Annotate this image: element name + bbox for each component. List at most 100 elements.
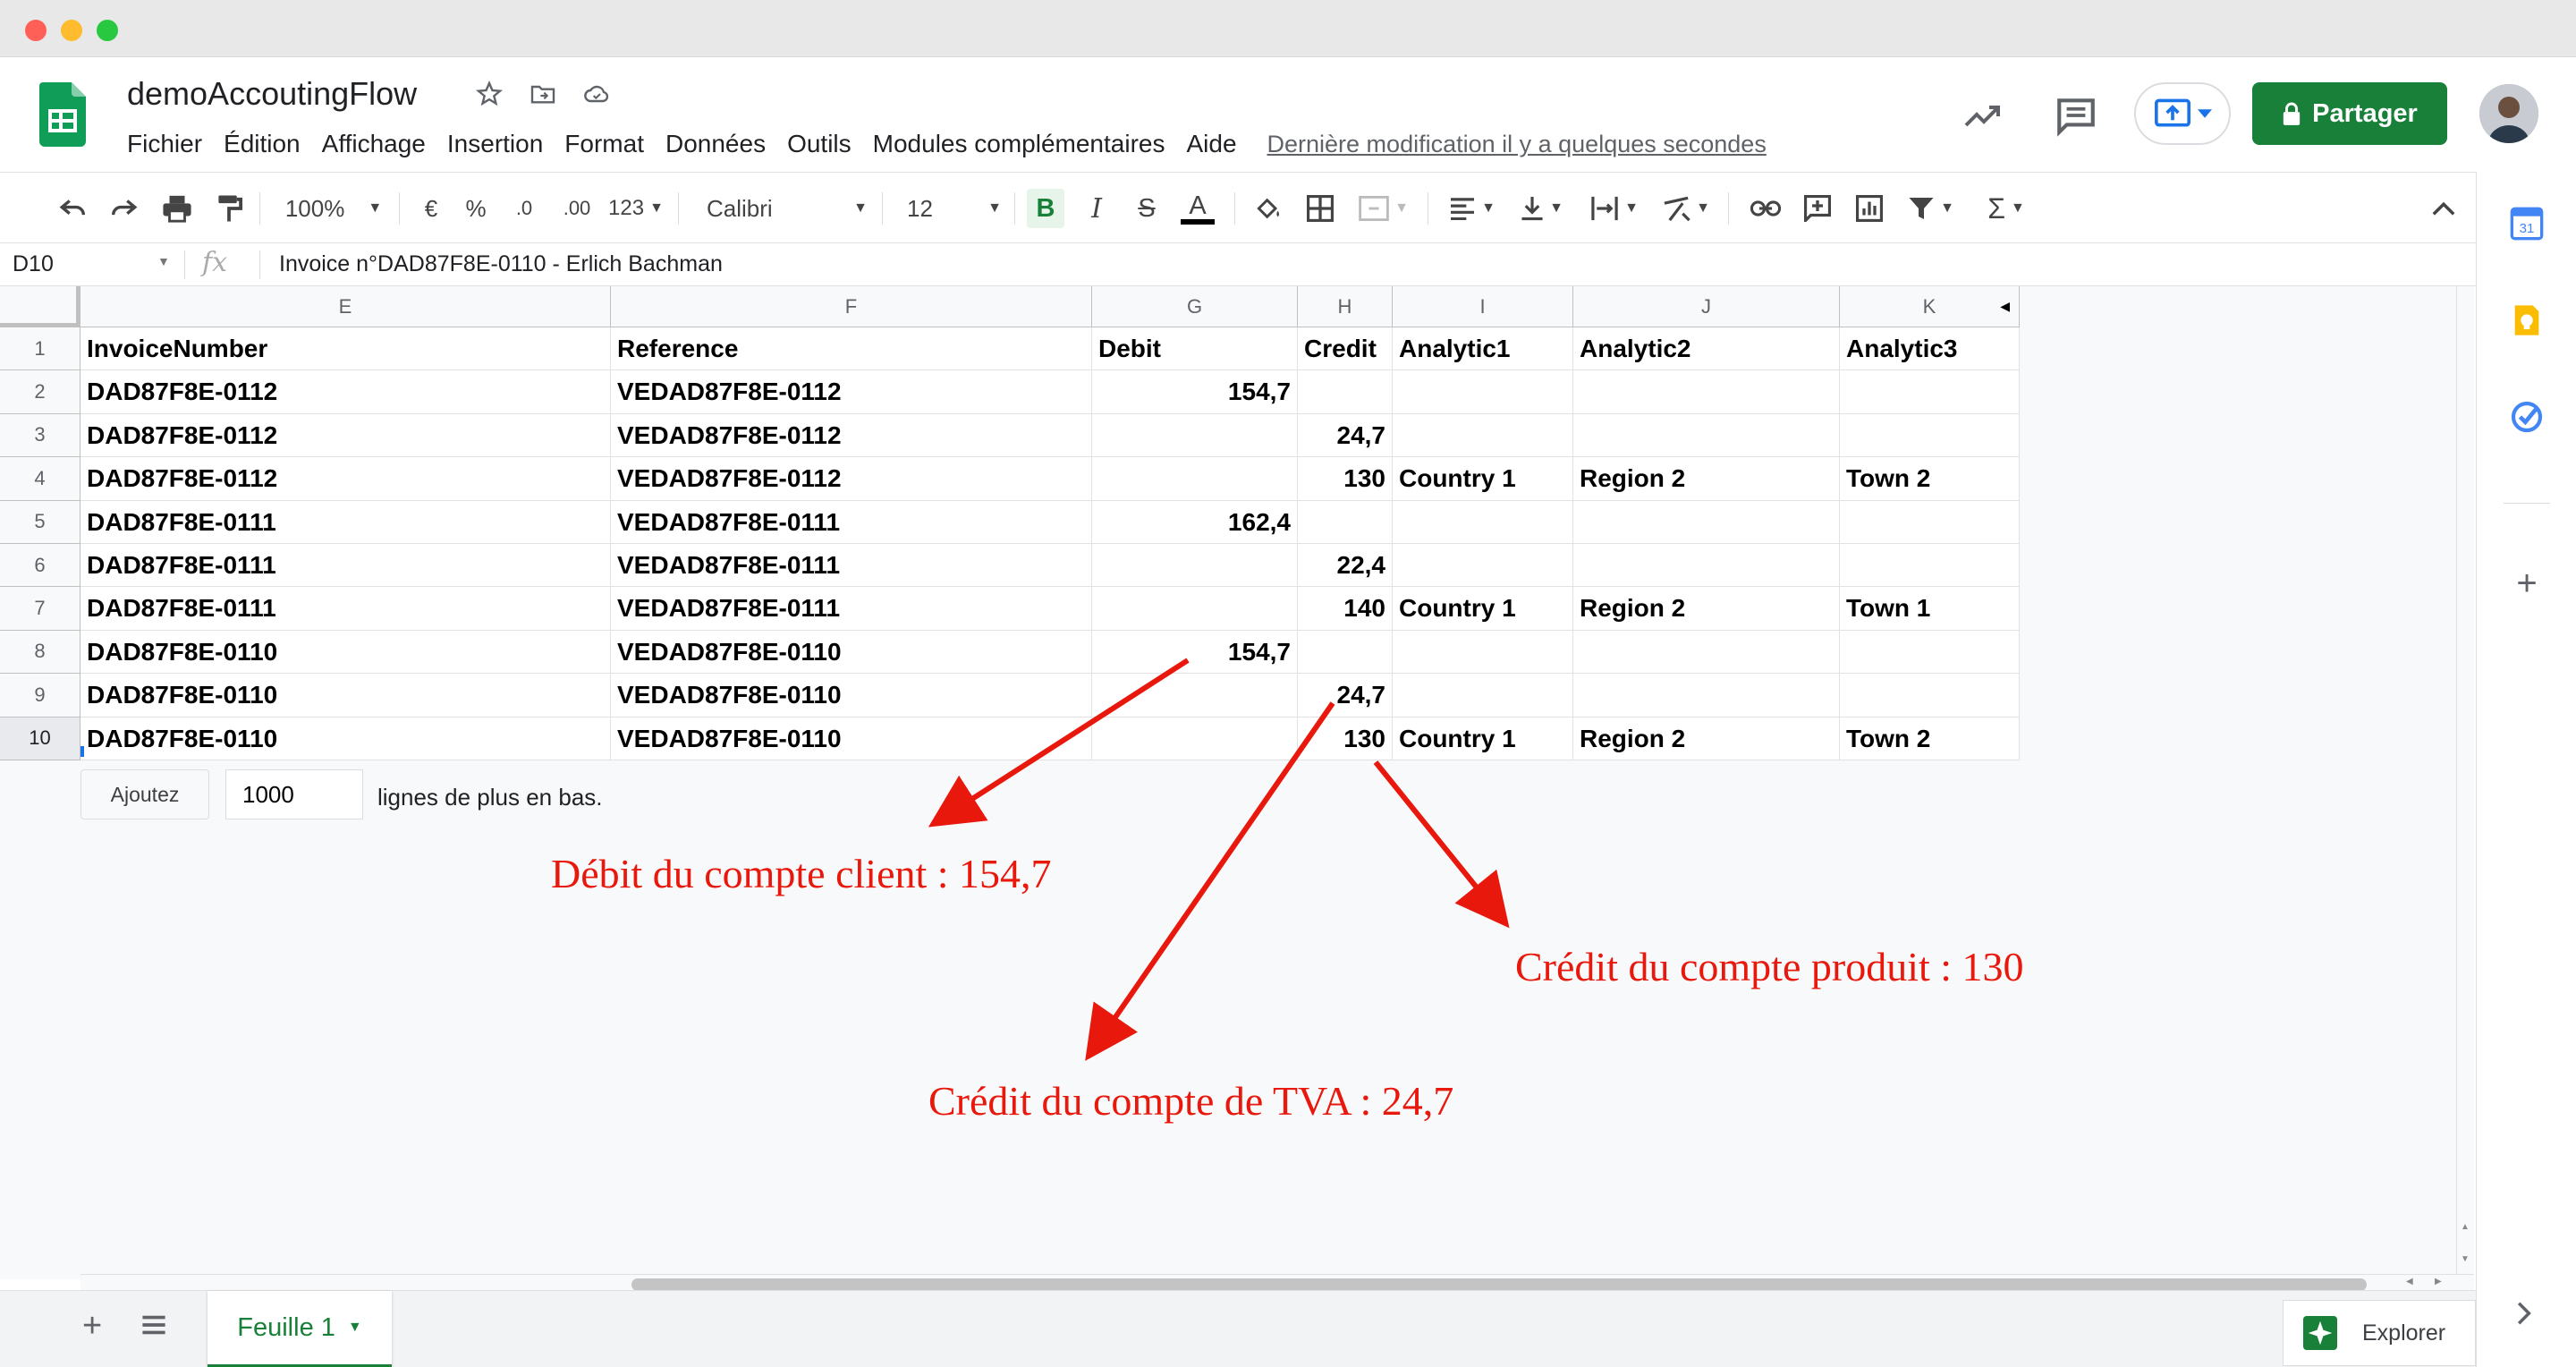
cell-analytic3[interactable]: Analytic3 [1840,327,2020,371]
menu-insertion[interactable]: Insertion [436,125,554,163]
cell-reference[interactable]: Reference [611,327,1092,371]
cell-analytic2[interactable]: Region 2 [1573,457,1840,501]
all-sheets-icon[interactable] [141,1312,170,1342]
activity-trend-icon[interactable] [1961,95,2007,141]
horizontal-align-icon[interactable]: ▼ [1445,189,1499,228]
tasks-icon[interactable] [2509,399,2545,435]
cell-debit[interactable]: Debit [1092,327,1298,371]
cell-analytic1[interactable] [1393,674,1573,717]
add-rows-count-input[interactable] [225,769,363,819]
cell-debit[interactable] [1092,587,1298,631]
comments-icon[interactable] [2054,93,2100,140]
cell-analytic2[interactable]: Region 2 [1573,717,1840,760]
cell-reference[interactable]: VEDAD87F8E-0110 [611,674,1092,717]
row-header-1[interactable]: 1 [0,327,80,371]
text-color-button[interactable]: A [1179,189,1216,228]
cell-credit[interactable]: 24,7 [1298,674,1393,717]
cell-analytic1[interactable] [1393,544,1573,588]
cell-invoice-number[interactable]: DAD87F8E-0110 [80,630,611,675]
cell-analytic3[interactable] [1840,500,2020,544]
cell-analytic2[interactable]: Analytic2 [1573,327,1840,371]
cell-analytic2[interactable] [1573,370,1840,414]
cell-analytic3[interactable]: Town 1 [1840,587,2020,631]
add-rows-button[interactable]: Ajoutez [80,769,209,819]
decrease-decimal-button[interactable]: .0 [504,189,544,228]
font-size-select[interactable]: 12 ▼ [907,189,1002,228]
cell-analytic3[interactable]: Town 2 [1840,717,2020,760]
chevron-down-icon[interactable]: ▼ [157,254,170,268]
cell-analytic1[interactable]: Country 1 [1393,457,1573,501]
cell-analytic1[interactable] [1393,413,1573,458]
functions-icon[interactable]: Σ ▼ [1977,189,2036,228]
filter-icon[interactable]: ▼ [1902,189,1961,228]
insert-chart-icon[interactable] [1852,189,1887,228]
calendar-icon[interactable]: 31 [2509,206,2545,242]
increase-decimal-button[interactable]: .00 [555,189,599,228]
spreadsheet-grid[interactable]: E F G H I J K ◀ 1 InvoiceNumber Reference D… [0,286,2474,1294]
more-formats-select[interactable]: 123 ▼ [606,189,665,228]
cell-credit[interactable]: 22,4 [1298,544,1393,588]
horizontal-scroll-thumb[interactable] [631,1278,2367,1291]
menu-edition[interactable]: Édition [213,125,311,163]
explore-button[interactable]: Explorer [2283,1300,2476,1366]
cell-analytic3[interactable]: Town 2 [1840,457,2020,501]
percent-format-button[interactable]: % [460,189,492,228]
scroll-right-icon[interactable]: ▶ [2435,1277,2442,1286]
currency-format-button[interactable]: € [415,189,447,228]
column-header-i[interactable]: I [1393,286,1573,327]
column-header-k[interactable]: K ◀ [1840,286,2020,327]
user-avatar[interactable] [2479,84,2538,143]
cell-invoice-number[interactable]: DAD87F8E-0111 [80,500,611,544]
merge-cells-icon[interactable]: ▼ [1352,189,1415,228]
cell-credit[interactable]: 130 [1298,717,1393,760]
cell-invoice-number[interactable]: DAD87F8E-0111 [80,544,611,588]
insert-comment-icon[interactable] [1800,189,1835,228]
row-header-8[interactable]: 8 [0,630,80,675]
cell-reference[interactable]: VEDAD87F8E-0110 [611,630,1092,675]
maximize-window-button[interactable] [97,20,118,41]
insert-link-icon[interactable] [1748,189,1784,228]
cell-analytic1[interactable] [1393,370,1573,414]
chevron-down-icon[interactable]: ▼ [348,1320,362,1336]
cell-analytic3[interactable] [1840,544,2020,588]
row-header-7[interactable]: 7 [0,587,80,631]
vertical-scrollbar[interactable]: ▲ ▼ [2456,286,2474,1279]
cell-debit[interactable] [1092,413,1298,458]
vertical-align-icon[interactable]: ▼ [1515,189,1569,228]
cell-invoice-number[interactable]: InvoiceNumber [80,327,611,371]
cell-debit[interactable]: 154,7 [1092,630,1298,675]
column-header-f[interactable]: F [611,286,1092,327]
keep-icon[interactable] [2509,302,2545,338]
column-header-g[interactable]: G [1092,286,1298,327]
collapse-toolbar-icon[interactable] [2426,189,2462,228]
column-header-e[interactable]: E [80,286,611,327]
cell-analytic3[interactable] [1840,413,2020,458]
menu-aide[interactable]: Aide [1175,125,1247,163]
cell-credit[interactable]: 140 [1298,587,1393,631]
cell-analytic1[interactable]: Country 1 [1393,717,1573,760]
share-button[interactable]: Partager [2252,82,2447,145]
minimize-window-button[interactable] [61,20,82,41]
cell-credit[interactable]: 24,7 [1298,413,1393,458]
add-addon-icon[interactable]: + [2509,565,2545,601]
cell-analytic2[interactable] [1573,544,1840,588]
row-header-9[interactable]: 9 [0,674,80,717]
cell-invoice-number[interactable]: DAD87F8E-0112 [80,457,611,501]
cell-invoice-number[interactable]: DAD87F8E-0110 [80,717,611,760]
cell-debit[interactable]: 162,4 [1092,500,1298,544]
cell-reference[interactable]: VEDAD87F8E-0111 [611,544,1092,588]
cell-invoice-number[interactable]: DAD87F8E-0112 [80,370,611,414]
cell-debit[interactable] [1092,717,1298,760]
cell-invoice-number[interactable]: DAD87F8E-0110 [80,674,611,717]
scroll-up-icon[interactable]: ▲ [2461,1222,2470,1232]
italic-button[interactable]: I [1079,189,1114,228]
cell-credit[interactable]: Credit [1298,327,1393,371]
bold-button[interactable]: B [1027,189,1064,228]
present-button[interactable] [2134,82,2231,145]
cell-analytic2[interactable] [1573,413,1840,458]
strikethrough-button[interactable]: S [1129,189,1165,228]
cell-credit[interactable] [1298,370,1393,414]
star-icon[interactable] [472,77,506,111]
last-modified-link[interactable]: Dernière modification il y a quelques se… [1267,125,1767,163]
fill-color-icon[interactable] [1250,189,1286,228]
